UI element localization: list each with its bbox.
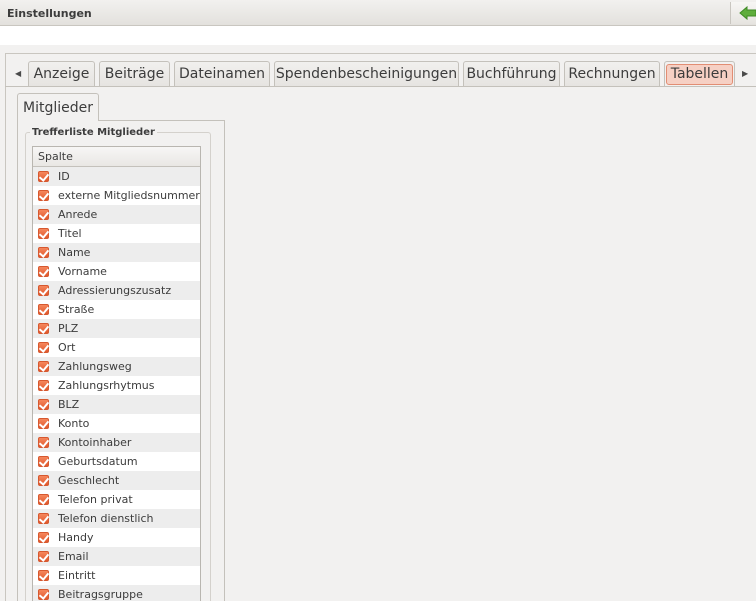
list-item-label: Ort [58, 341, 76, 354]
list-item[interactable]: Konto [33, 414, 200, 433]
list-item-label: Handy [58, 531, 94, 544]
list-item[interactable]: Adressierungszusatz [33, 281, 200, 300]
list-item-label: Anrede [58, 208, 98, 221]
list-item-label: ID [58, 170, 70, 183]
tab-label: Beiträge [104, 66, 165, 82]
checkbox-checked-icon[interactable] [38, 551, 49, 562]
list-item-label: Kontoinhaber [58, 436, 132, 449]
tab-label: Spendenbescheinigungen [275, 66, 458, 82]
column-header-spalte[interactable]: Spalte [33, 147, 200, 167]
checkbox-checked-icon[interactable] [38, 380, 49, 391]
tab-spendenbescheinigungen[interactable]: Spendenbescheinigungen [274, 61, 459, 86]
tab-divider [5, 86, 756, 87]
list-item-label: BLZ [58, 398, 80, 411]
list-item[interactable]: Geburtsdatum [33, 452, 200, 471]
list-item[interactable]: Straße [33, 300, 200, 319]
tab-label: Anzeige [33, 66, 90, 82]
settings-content: ◀ ▶ Anzeige Beiträge Dateinamen Spendenb… [0, 45, 756, 601]
list-item-label: Vorname [58, 265, 107, 278]
tab-tabellen[interactable]: Tabellen [664, 61, 735, 86]
checkbox-checked-icon[interactable] [38, 570, 49, 581]
list-item[interactable]: Beitragsgruppe [33, 585, 200, 601]
tab-beitraege[interactable]: Beiträge [99, 61, 170, 86]
list-item[interactable]: PLZ [33, 319, 200, 338]
list-item[interactable]: Email [33, 547, 200, 566]
list-item[interactable]: Eintritt [33, 566, 200, 585]
tab-label: Tabellen [665, 63, 734, 85]
checkbox-checked-icon[interactable] [38, 399, 49, 410]
list-item-label: Name [58, 246, 91, 259]
list-item-label: Titel [58, 227, 82, 240]
list-item-label: Zahlungsrhytmus [58, 379, 155, 392]
list-item[interactable]: Vorname [33, 262, 200, 281]
tab-label: Dateinamen [179, 66, 265, 82]
tab-label: Buchführung [466, 66, 557, 82]
list-item[interactable]: Titel [33, 224, 200, 243]
checkbox-checked-icon[interactable] [38, 323, 49, 334]
subtab-label: Mitglieder [23, 99, 93, 116]
list-item[interactable]: Name [33, 243, 200, 262]
checkbox-checked-icon[interactable] [38, 266, 49, 277]
tab-label: Rechnungen [568, 66, 656, 82]
back-button[interactable] [730, 2, 756, 24]
list-item[interactable]: externe Mitgliedsnummer [33, 186, 200, 205]
checkbox-checked-icon[interactable] [38, 171, 49, 182]
checkbox-checked-icon[interactable] [38, 513, 49, 524]
list-item-label: Beitragsgruppe [58, 588, 143, 601]
toolbar-area [0, 26, 756, 45]
list-item-label: Telefon dienstlich [58, 512, 154, 525]
list-item[interactable]: Handy [33, 528, 200, 547]
column-list[interactable]: Spalte ID externe Mitgliedsnummer Anrede Ti… [32, 146, 201, 601]
tab-anzeige[interactable]: Anzeige [28, 61, 95, 86]
subtab-mitglieder[interactable]: Mitglieder [17, 93, 99, 121]
list-item-label: Zahlungsweg [58, 360, 132, 373]
list-item[interactable]: BLZ [33, 395, 200, 414]
list-item[interactable]: Telefon privat [33, 490, 200, 509]
triangle-right-icon[interactable]: ▶ [742, 69, 748, 78]
checkbox-checked-icon[interactable] [38, 285, 49, 296]
checkbox-checked-icon[interactable] [38, 342, 49, 353]
list-item-label: Telefon privat [58, 493, 133, 506]
list-item-label: Adressierungszusatz [58, 284, 172, 297]
tab-rechnungen[interactable]: Rechnungen [564, 61, 660, 86]
checkbox-checked-icon[interactable] [38, 532, 49, 543]
list-item-label: Straße [58, 303, 95, 316]
tab-buchfuehrung[interactable]: Buchführung [463, 61, 560, 86]
list-item[interactable]: Ort [33, 338, 200, 357]
list-item[interactable]: Telefon dienstlich [33, 509, 200, 528]
list-item-label: externe Mitgliedsnummer [58, 189, 200, 202]
window-title: Einstellungen [7, 7, 92, 20]
checkbox-checked-icon[interactable] [38, 361, 49, 372]
list-item[interactable]: Geschlecht [33, 471, 200, 490]
checkbox-checked-icon[interactable] [38, 304, 49, 315]
list-item-label: Konto [58, 417, 90, 430]
list-item[interactable]: Zahlungsweg [33, 357, 200, 376]
list-item-label: Geburtsdatum [58, 455, 138, 468]
list-item[interactable]: Zahlungsrhytmus [33, 376, 200, 395]
list-item[interactable]: ID [33, 167, 200, 186]
checkbox-checked-icon[interactable] [38, 589, 49, 600]
list-item[interactable]: Kontoinhaber [33, 433, 200, 452]
checkbox-checked-icon[interactable] [38, 418, 49, 429]
tab-dateinamen[interactable]: Dateinamen [174, 61, 270, 86]
list-item[interactable]: Anrede [33, 205, 200, 224]
title-bar: Einstellungen [0, 0, 756, 26]
back-arrow-icon [739, 6, 756, 20]
triangle-left-icon[interactable]: ◀ [15, 69, 21, 78]
list-item-label: Email [58, 550, 89, 563]
list-item-label: Geschlecht [58, 474, 120, 487]
checkbox-checked-icon[interactable] [38, 437, 49, 448]
checkbox-checked-icon[interactable] [38, 494, 49, 505]
checkbox-checked-icon[interactable] [38, 190, 49, 201]
column-rows: ID externe Mitgliedsnummer Anrede Titel Name… [33, 167, 200, 601]
checkbox-checked-icon[interactable] [38, 475, 49, 486]
list-item-label: Eintritt [58, 569, 96, 582]
list-item-label: PLZ [58, 322, 79, 335]
group-label: Trefferliste Mitglieder [30, 127, 157, 138]
checkbox-checked-icon[interactable] [38, 228, 49, 239]
checkbox-checked-icon[interactable] [38, 456, 49, 467]
checkbox-checked-icon[interactable] [38, 247, 49, 258]
checkbox-checked-icon[interactable] [38, 209, 49, 220]
